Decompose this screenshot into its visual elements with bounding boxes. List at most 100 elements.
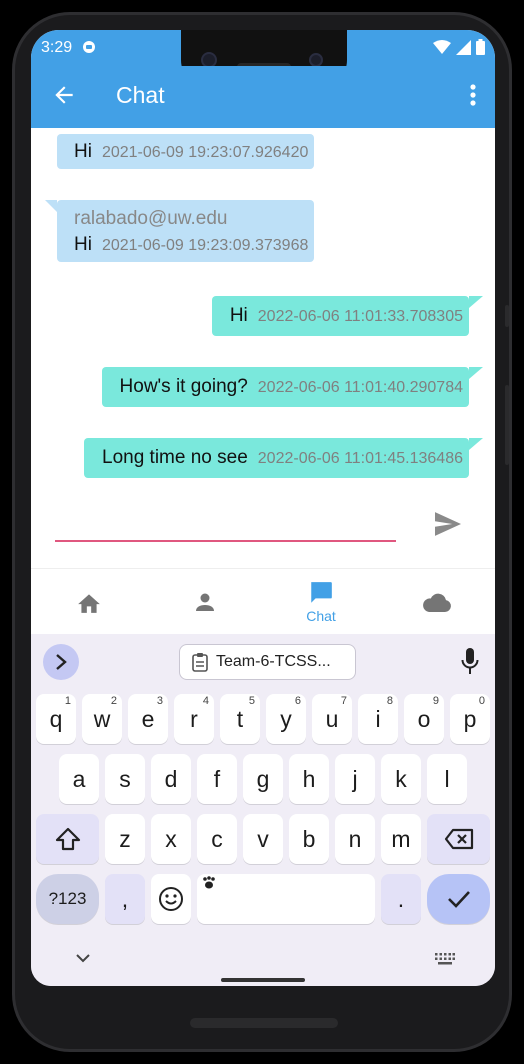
chat-icon: [311, 582, 332, 603]
wifi-icon: [433, 39, 451, 54]
symbols-key[interactable]: ?123: [36, 874, 99, 924]
phone-bottom-speaker: [190, 1018, 338, 1028]
key-hint: 1: [64, 695, 71, 707]
space-key[interactable]: [197, 874, 375, 924]
message-timestamp: 2022-06-06 11:01:40.290784: [257, 379, 463, 396]
key-label: t: [236, 705, 244, 732]
key-label: a: [72, 765, 86, 792]
clipboard-suggestion-chip[interactable]: Team-6-TCSS...: [179, 644, 356, 680]
key-t[interactable]: t5: [220, 694, 260, 744]
signal-icon: [456, 39, 471, 55]
key-b[interactable]: b: [289, 814, 329, 864]
status-time: 3:29: [41, 39, 73, 56]
key-hint: 9: [432, 695, 439, 707]
app-bar: Chat: [31, 66, 495, 128]
key-e[interactable]: e3: [128, 694, 168, 744]
key-c[interactable]: c: [197, 814, 237, 864]
message-sender: ralabado@uw.edu: [74, 208, 228, 229]
message-bubble: Long time no see 2022-06-06 11:01:45.1364…: [84, 438, 483, 478]
key-n[interactable]: n: [335, 814, 375, 864]
key-hint: 0: [478, 695, 485, 707]
key-label: y: [280, 705, 292, 732]
comma-key[interactable]: ,: [105, 874, 145, 924]
message-input[interactable]: [55, 508, 396, 542]
key-label: w: [93, 705, 111, 732]
backspace-key[interactable]: [427, 814, 490, 864]
nav-item-weather[interactable]: [379, 569, 495, 635]
back-arrow-icon[interactable]: [51, 82, 77, 108]
message-text: Hi: [74, 141, 92, 162]
keyboard-expand-button[interactable]: [43, 644, 79, 680]
key-label: b: [302, 825, 316, 852]
key-h[interactable]: h: [289, 754, 329, 804]
message-timestamp: 2021-06-09 19:23:09.373968: [101, 237, 309, 254]
key-label: m: [391, 825, 411, 852]
key-label: k: [395, 765, 407, 792]
key-x[interactable]: x: [151, 814, 191, 864]
key-label: j: [352, 765, 358, 792]
clipboard-icon: [192, 653, 208, 672]
chevron-down-icon[interactable]: [76, 954, 90, 963]
message-list: Hi 2021-06-09 19:23:07.926420 ralabado@uw…: [31, 128, 495, 568]
key-o[interactable]: o9: [404, 694, 444, 744]
key-j[interactable]: j: [335, 754, 375, 804]
shift-icon: [55, 827, 80, 851]
cloud-icon: [423, 593, 451, 612]
key-d[interactable]: d: [151, 754, 191, 804]
key-a[interactable]: a: [59, 754, 99, 804]
key-hint: 2: [110, 695, 117, 707]
key-v[interactable]: v: [243, 814, 283, 864]
bubble-tail: [45, 200, 57, 212]
nav-item-chat[interactable]: Chat: [263, 569, 379, 635]
nav-item-profile[interactable]: [147, 569, 263, 635]
key-k[interactable]: k: [381, 754, 421, 804]
key-r[interactable]: r4: [174, 694, 214, 744]
backspace-icon: [444, 828, 473, 850]
key-l[interactable]: l: [427, 754, 467, 804]
key-label: n: [348, 825, 362, 852]
key-hint: 4: [202, 695, 209, 707]
bottom-nav: Chat: [31, 568, 495, 634]
key-y[interactable]: y6: [266, 694, 306, 744]
keyboard-toolbar: Team-6-TCSS...: [31, 634, 495, 690]
on-screen-keyboard: Team-6-TCSS... q1 w2 e3 r4 t5 y6 u7 i8 o…: [31, 634, 495, 986]
more-vert-icon[interactable]: [469, 83, 477, 107]
emoji-key[interactable]: [151, 874, 191, 924]
key-label: l: [444, 765, 450, 792]
nav-label-chat: Chat: [306, 608, 336, 624]
key-label: ?123: [48, 889, 87, 908]
key-z[interactable]: z: [105, 814, 145, 864]
nav-item-home[interactable]: [31, 569, 147, 635]
key-hint: 3: [156, 695, 163, 707]
key-label: g: [256, 765, 270, 792]
microphone-icon[interactable]: [461, 648, 479, 674]
key-label: o: [417, 705, 431, 732]
message-text: How's it going?: [119, 376, 248, 397]
key-label: x: [165, 825, 177, 852]
bubble-tail: [469, 438, 483, 450]
key-w[interactable]: w2: [82, 694, 122, 744]
key-q[interactable]: q1: [36, 694, 76, 744]
front-sensor: [309, 53, 323, 67]
key-f[interactable]: f: [197, 754, 237, 804]
gesture-navigation-bar[interactable]: [221, 978, 305, 982]
key-label: s: [119, 765, 131, 792]
person-icon: [196, 593, 214, 611]
key-s[interactable]: s: [105, 754, 145, 804]
key-i[interactable]: i8: [358, 694, 398, 744]
key-p[interactable]: p0: [450, 694, 490, 744]
key-hint: 7: [340, 695, 347, 707]
message-timestamp: 2022-06-06 11:01:45.136486: [257, 450, 463, 467]
shift-key[interactable]: [36, 814, 99, 864]
key-hint: 6: [294, 695, 301, 707]
keyboard-nav-bar: [31, 936, 495, 986]
key-g[interactable]: g: [243, 754, 283, 804]
period-key[interactable]: .: [381, 874, 421, 924]
keyboard-switch-icon[interactable]: [435, 953, 455, 965]
key-u[interactable]: u7: [312, 694, 352, 744]
enter-key[interactable]: [427, 874, 490, 924]
key-m[interactable]: m: [381, 814, 421, 864]
key-label: v: [257, 825, 269, 852]
send-icon[interactable]: [435, 512, 461, 536]
message-text: Hi: [229, 305, 248, 326]
